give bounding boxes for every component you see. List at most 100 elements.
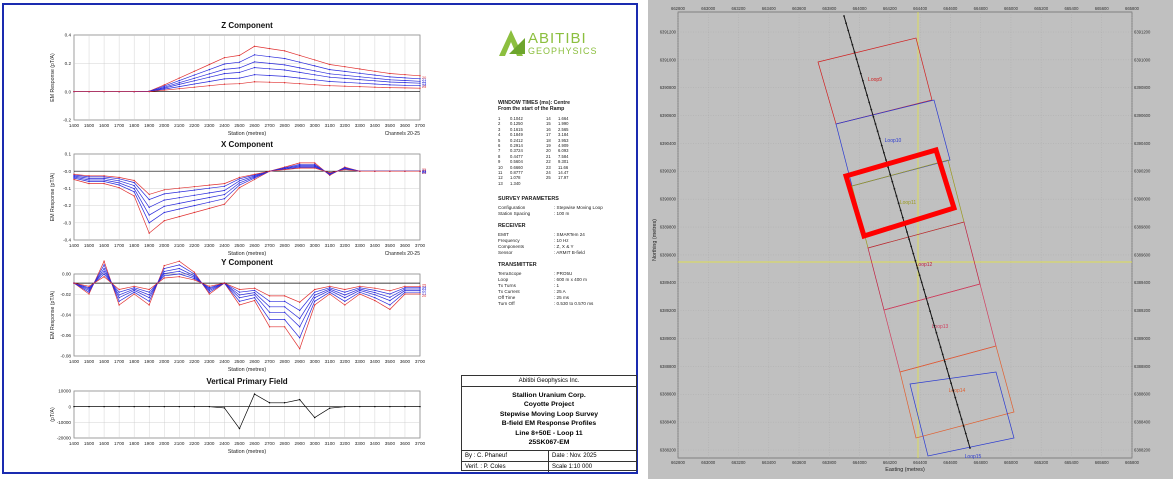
station-marker bbox=[901, 216, 904, 219]
channel-point bbox=[359, 405, 361, 408]
channel-point bbox=[238, 187, 241, 189]
channel-point bbox=[73, 90, 75, 93]
northing-tick-label: 6388800 bbox=[1134, 364, 1151, 369]
channel-point bbox=[329, 293, 331, 295]
transmitter-heading: TRANSMITTER bbox=[498, 262, 537, 268]
channels-note: Channels 20-25 bbox=[385, 251, 421, 257]
channel-point bbox=[163, 84, 165, 86]
x-tick-label: 2000 bbox=[159, 243, 170, 248]
channel-point bbox=[313, 304, 316, 306]
channel-point bbox=[208, 80, 211, 83]
channel-point bbox=[103, 273, 105, 275]
station-marker bbox=[941, 353, 944, 356]
northing-tick-label: 6388600 bbox=[660, 392, 677, 397]
channel-point bbox=[163, 405, 165, 408]
channel-point bbox=[313, 294, 316, 296]
channel-point bbox=[298, 71, 301, 74]
channel-point bbox=[329, 73, 331, 75]
channel-point bbox=[298, 77, 301, 79]
channel-point bbox=[133, 195, 135, 197]
channel-point bbox=[313, 79, 316, 81]
y-tick-label: 0.4 bbox=[65, 33, 72, 38]
chart-3: Vertical Primary Field 1400 1500 1600 1700 18… bbox=[50, 377, 426, 455]
station-marker bbox=[943, 360, 946, 363]
easting-tick-label: 665800 bbox=[1125, 6, 1140, 11]
station-marker bbox=[922, 288, 925, 291]
channel-point bbox=[374, 74, 376, 76]
channel-point bbox=[118, 300, 120, 303]
y-tick-label: 0.00 bbox=[62, 272, 71, 277]
survey-parameters: Configuration: Stepwise Moving Loop Stati… bbox=[498, 205, 633, 217]
x-tick-label: 1800 bbox=[129, 441, 140, 446]
channel-point bbox=[329, 80, 331, 83]
receiver-param-row: Sensor: ARMIT B-field bbox=[498, 250, 633, 256]
channel-point bbox=[359, 72, 361, 74]
channel-point bbox=[313, 65, 316, 67]
x-tick-label: 1900 bbox=[144, 359, 155, 364]
y-tick-label: -0.02 bbox=[61, 292, 72, 297]
channel-point bbox=[238, 184, 241, 186]
x-tick-label: 2500 bbox=[234, 441, 245, 446]
station-marker bbox=[906, 231, 908, 233]
channel-point bbox=[404, 79, 406, 82]
channel-point bbox=[208, 68, 211, 71]
channel-point bbox=[88, 179, 90, 181]
title-line-product: B-field EM Response Profiles bbox=[501, 420, 597, 428]
station-marker bbox=[946, 367, 948, 370]
channel-point bbox=[419, 289, 421, 292]
y-tick-label: -0.08 bbox=[61, 354, 72, 359]
station-marker bbox=[962, 425, 965, 428]
parameters-block: SURVEY PARAMETERS Configuration: Stepwis… bbox=[498, 190, 633, 307]
y-tick-label: -10000 bbox=[57, 420, 72, 425]
channel-point bbox=[163, 205, 165, 207]
channel-point bbox=[208, 289, 211, 292]
channel-point bbox=[148, 222, 150, 224]
channel-point bbox=[298, 309, 301, 312]
channel-point bbox=[223, 83, 226, 85]
easting-tick-label: 664600 bbox=[943, 6, 958, 11]
station-marker bbox=[931, 317, 934, 320]
channel-point bbox=[163, 272, 165, 275]
station-marker bbox=[862, 79, 864, 82]
x-tick-label: 3700 bbox=[415, 243, 426, 248]
easting-tick-label: 662800 bbox=[671, 460, 686, 465]
channel-point bbox=[268, 62, 271, 65]
channel-point bbox=[103, 260, 105, 262]
channel-point bbox=[103, 267, 105, 270]
channel-point bbox=[253, 296, 256, 299]
channel-point bbox=[193, 271, 196, 273]
channel-point bbox=[103, 182, 105, 185]
channel-point bbox=[419, 170, 421, 172]
channel-point bbox=[374, 291, 376, 294]
channel-point bbox=[193, 185, 196, 188]
channel-point bbox=[103, 179, 105, 181]
easting-tick-label: 664800 bbox=[974, 460, 989, 465]
channel-point bbox=[404, 289, 406, 292]
channel-end-label: 25 bbox=[422, 168, 426, 172]
x-tick-label: 1500 bbox=[84, 123, 95, 128]
easting-tick-label: 665400 bbox=[1064, 460, 1079, 465]
plot-area bbox=[73, 153, 421, 241]
map-frame bbox=[677, 11, 1133, 459]
station-marker bbox=[868, 101, 871, 104]
y-tick-label: -0.06 bbox=[61, 333, 72, 338]
station-marker bbox=[866, 94, 868, 97]
channel-point bbox=[118, 182, 120, 184]
northing-tick-label: 6389800 bbox=[1134, 224, 1151, 229]
channel-point bbox=[268, 47, 271, 50]
channel-point bbox=[344, 74, 346, 77]
channel-point bbox=[133, 291, 135, 293]
station-marker bbox=[874, 123, 877, 125]
channel-point bbox=[268, 295, 271, 297]
station-marker bbox=[880, 144, 883, 147]
channel-point bbox=[344, 168, 346, 171]
channel-profile-line bbox=[74, 393, 420, 430]
x-tick-label: 3300 bbox=[355, 123, 366, 128]
channel-point bbox=[133, 288, 135, 290]
channel-point bbox=[344, 85, 346, 87]
channel-end-label: 25 bbox=[422, 85, 426, 89]
channel-point bbox=[238, 294, 241, 296]
channel-point bbox=[148, 90, 150, 93]
channel-point bbox=[359, 86, 361, 88]
channel-point bbox=[193, 86, 196, 88]
